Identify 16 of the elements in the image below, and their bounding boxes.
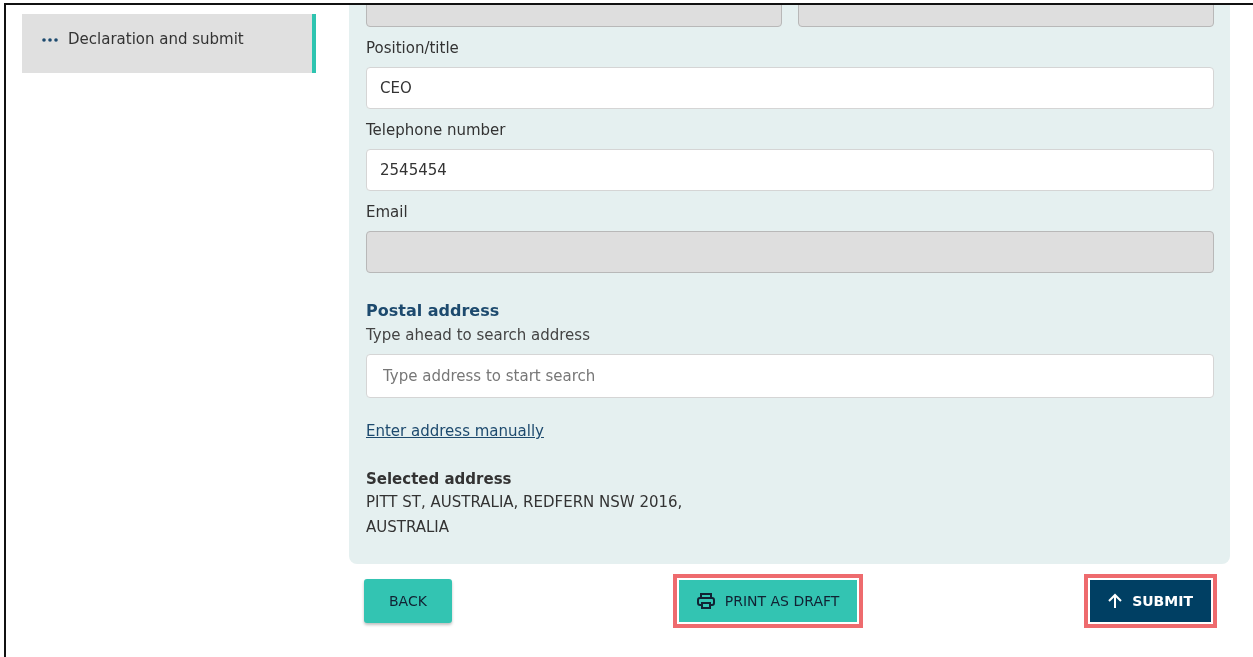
- field-label: Email: [366, 203, 409, 221]
- selected-address-label: Selected address: [366, 470, 513, 488]
- address-line: AUSTRALIA: [366, 517, 451, 538]
- field-label: Position/title: [366, 39, 460, 57]
- input-field[interactable]: 2545454: [366, 149, 1214, 191]
- manual-address-link[interactable]: Enter address manually: [366, 422, 544, 440]
- submit-button[interactable]: SUBMIT: [1084, 574, 1217, 628]
- address-search-field[interactable]: Type address to start search: [366, 354, 1214, 398]
- input-field[interactable]: CEO: [366, 67, 1214, 109]
- print-draft-button[interactable]: PRINT AS DRAFT: [672, 574, 864, 628]
- section-heading: Postal address: [366, 301, 501, 320]
- address-line: PITT ST, AUSTRALIA, REDFERN NSW 2016,: [366, 492, 684, 513]
- back-button[interactable]: BACK: [364, 579, 452, 623]
- sidebar-item[interactable]: Declaration and submit: [22, 14, 316, 73]
- field-label: Telephone number: [366, 121, 507, 139]
- field-hint: Type ahead to search address: [366, 326, 591, 344]
